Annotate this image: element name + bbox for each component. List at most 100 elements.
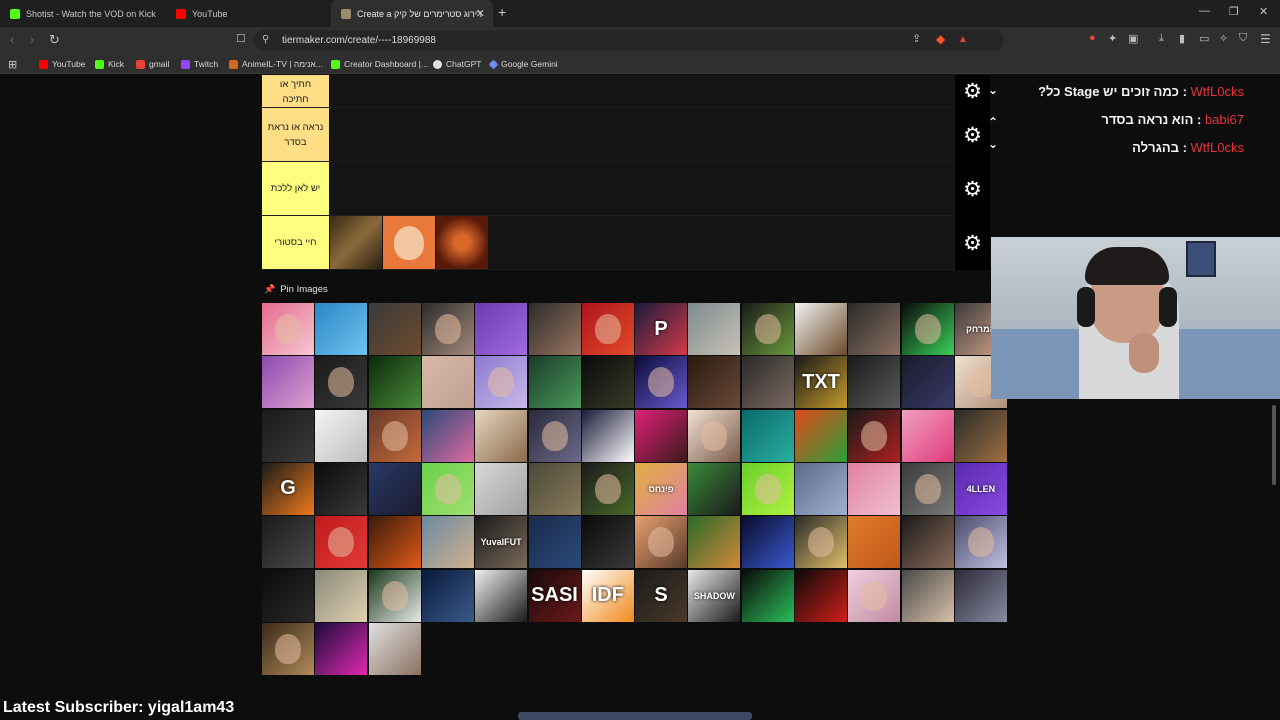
reload-icon[interactable]: ↻ <box>49 32 60 48</box>
pool-image[interactable] <box>262 303 314 355</box>
tier-settings-button[interactable]: ⚙ <box>955 75 990 108</box>
vpn-icon[interactable]: ⛉ <box>1239 32 1247 45</box>
tier-label[interactable]: חיי בסטורי <box>262 216 329 269</box>
minimize-button[interactable]: — <box>1199 5 1210 17</box>
tier-label[interactable]: חתיך או חתיכה <box>262 75 329 107</box>
brave-shield-icon[interactable]: ◆ <box>936 32 945 46</box>
pool-image[interactable] <box>901 516 954 569</box>
pool-image[interactable] <box>635 409 688 462</box>
pool-image[interactable] <box>901 356 954 409</box>
pool-image[interactable] <box>315 516 368 569</box>
pool-image[interactable]: SASI <box>528 569 581 622</box>
pool-image[interactable] <box>315 462 368 515</box>
pool-image[interactable] <box>741 516 794 569</box>
pool-image[interactable] <box>741 303 794 355</box>
tier-label[interactable]: נראה או נראת בסדר <box>262 108 329 161</box>
tab-kick-vod[interactable]: Shotist - Watch the VOD on Kick <box>0 0 166 27</box>
pool-image[interactable] <box>901 462 954 515</box>
pool-image[interactable] <box>368 516 421 569</box>
apps-grid-icon[interactable]: ⊞ <box>8 57 17 71</box>
pool-image[interactable] <box>688 303 741 355</box>
pool-image[interactable] <box>262 569 314 622</box>
pool-image[interactable] <box>795 516 847 569</box>
pool-image[interactable] <box>848 462 901 515</box>
restore-button[interactable]: ❐ <box>1229 5 1239 18</box>
screenshot-icon[interactable]: ▣ <box>1128 32 1138 45</box>
vertical-scrollbar[interactable] <box>1272 405 1276 485</box>
pool-image[interactable] <box>795 303 847 355</box>
pool-image[interactable] <box>262 516 314 569</box>
downloads-icon[interactable]: ⤓ <box>1159 32 1164 45</box>
pool-image[interactable] <box>421 409 474 462</box>
new-tab-button[interactable]: + <box>498 4 506 20</box>
bookmark-animeil[interactable]: AnimeIL-TV | אנימה... <box>229 57 323 71</box>
pool-image[interactable]: פינחס <box>635 462 688 515</box>
leo-ai-icon[interactable]: ✧ <box>1219 32 1228 45</box>
pool-image[interactable] <box>688 356 741 409</box>
bookmark-creator-dashboard[interactable]: Creator Dashboard |... <box>331 57 428 71</box>
pool-image[interactable]: P <box>635 303 688 355</box>
pool-image[interactable] <box>368 356 421 409</box>
pool-image[interactable] <box>475 409 528 462</box>
pool-image[interactable] <box>954 516 1007 569</box>
extension-record-icon[interactable]: ● <box>1089 32 1096 44</box>
pool-image[interactable] <box>688 462 741 515</box>
tier-row[interactable]: נראה או נראת בסדר <box>262 108 990 162</box>
pool-image[interactable] <box>741 462 794 515</box>
pool-image[interactable] <box>954 409 1007 462</box>
pool-image[interactable] <box>475 569 528 622</box>
menu-icon[interactable]: ☰ <box>1260 32 1271 46</box>
pool-image[interactable]: 4LLEN <box>954 462 1007 515</box>
pool-image[interactable] <box>848 303 901 355</box>
chevron-up-icon[interactable]: ⌃ <box>988 115 998 129</box>
pool-image[interactable]: G <box>262 462 314 515</box>
pool-image[interactable] <box>368 569 421 622</box>
pool-image[interactable] <box>954 569 1007 622</box>
pool-image[interactable] <box>368 409 421 462</box>
pool-image[interactable] <box>688 516 741 569</box>
pool-image[interactable] <box>262 622 314 675</box>
close-window-button[interactable]: ✕ <box>1259 5 1268 18</box>
pool-image[interactable] <box>848 409 901 462</box>
chevron-down-icon[interactable]: ⌄ <box>988 137 998 151</box>
pool-image[interactable] <box>421 569 474 622</box>
pin-images-toggle[interactable]: 📌 Pin Images <box>264 284 328 295</box>
horizontal-scrollbar[interactable] <box>518 712 752 720</box>
back-icon[interactable]: ‹ <box>10 32 14 47</box>
pool-image[interactable] <box>421 462 474 515</box>
pool-image[interactable] <box>475 462 528 515</box>
pool-image[interactable] <box>741 356 794 409</box>
pool-image[interactable] <box>741 569 794 622</box>
pool-image[interactable] <box>848 356 901 409</box>
pool-image[interactable] <box>901 569 954 622</box>
wallet-icon[interactable]: ▭ <box>1199 32 1209 45</box>
rewards-icon[interactable]: ▲ <box>958 34 968 45</box>
pool-image[interactable] <box>848 516 901 569</box>
pool-image[interactable]: S <box>635 569 688 622</box>
bookmark-icon[interactable]: ☐ <box>236 32 246 45</box>
pool-image[interactable] <box>581 462 634 515</box>
pool-image[interactable] <box>795 409 847 462</box>
pool-image[interactable] <box>848 569 901 622</box>
pool-image[interactable] <box>475 356 528 409</box>
tier-row[interactable]: יש לאן ללכת <box>262 162 990 216</box>
pool-image[interactable] <box>528 303 581 355</box>
pool-image[interactable]: YuvalFUT <box>475 516 528 569</box>
extensions-icon[interactable]: ✦ <box>1108 32 1117 45</box>
pool-image[interactable] <box>262 409 314 462</box>
bookmark-twitch[interactable]: Twitch <box>181 57 218 71</box>
pool-image[interactable] <box>368 622 421 675</box>
pool-image[interactable] <box>528 409 581 462</box>
tier-settings-button[interactable]: ⚙ <box>955 216 990 270</box>
pool-image[interactable] <box>315 409 368 462</box>
pool-image[interactable]: TXT <box>795 356 847 409</box>
pool-image[interactable] <box>581 409 634 462</box>
pool-image[interactable] <box>581 516 634 569</box>
pool-image[interactable] <box>901 303 954 355</box>
pool-image[interactable] <box>901 409 954 462</box>
tier-image[interactable] <box>383 216 435 269</box>
bookmark-gemini[interactable]: Google Gemini <box>488 57 558 71</box>
tab-tiermaker[interactable]: Create a דירוג סטרימרים של קיק ✕ <box>331 0 493 27</box>
bookmark-gmail[interactable]: gmail <box>136 57 169 71</box>
pool-image[interactable] <box>315 622 368 675</box>
